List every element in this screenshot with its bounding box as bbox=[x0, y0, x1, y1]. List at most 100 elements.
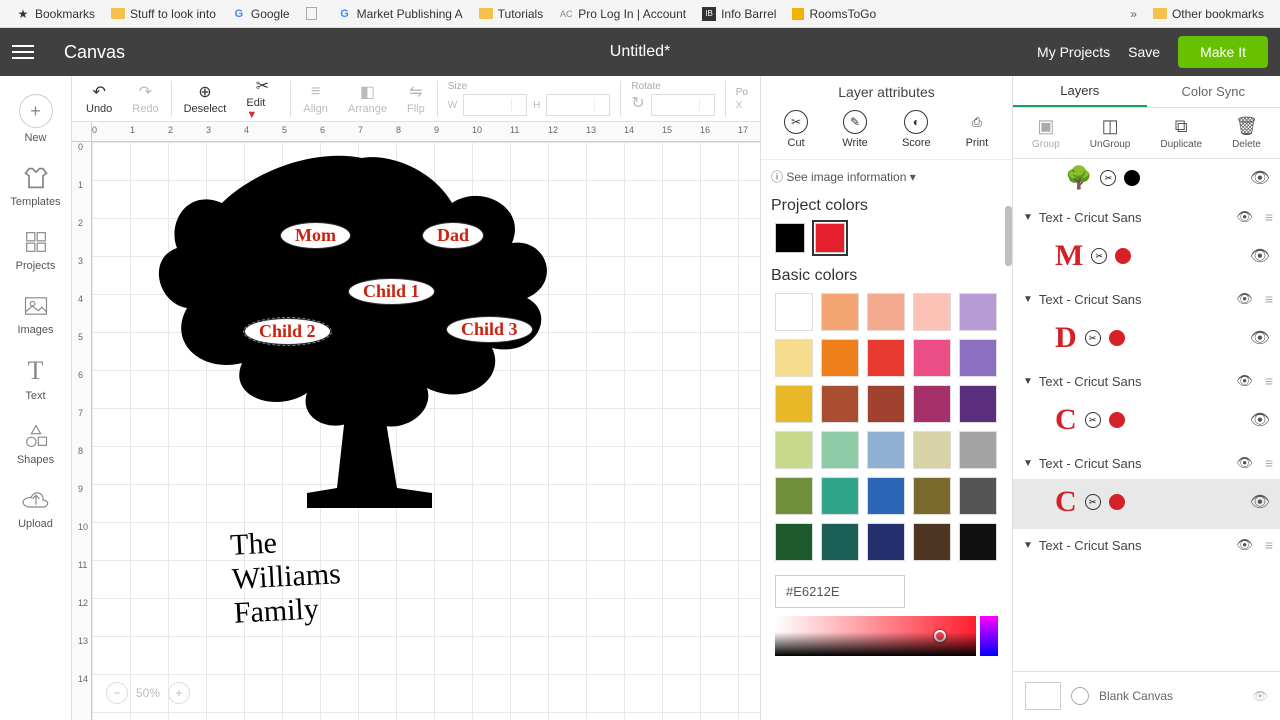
visibility-icon[interactable]: 👁 bbox=[1250, 410, 1270, 430]
menu-icon[interactable] bbox=[12, 36, 44, 68]
my-projects-link[interactable]: My Projects bbox=[1037, 44, 1110, 60]
visibility-icon[interactable]: 👁 bbox=[1250, 246, 1270, 266]
linetype-print[interactable]: ⎙Print bbox=[965, 110, 989, 149]
bookmark-item[interactable]: GGoogle bbox=[224, 4, 298, 24]
drag-handle-icon[interactable]: ≡ bbox=[1265, 209, 1270, 225]
color-swatch[interactable] bbox=[821, 477, 859, 515]
upload-tool[interactable]: Upload bbox=[0, 476, 71, 540]
color-swatch[interactable] bbox=[913, 339, 951, 377]
linetype-cut[interactable]: ✂Cut bbox=[784, 110, 808, 149]
color-swatch[interactable] bbox=[867, 477, 905, 515]
visibility-icon[interactable]: 👁 bbox=[1250, 328, 1270, 348]
make-it-button[interactable]: Make It bbox=[1178, 36, 1268, 68]
color-swatch[interactable] bbox=[821, 385, 859, 423]
visibility-icon[interactable]: 👁 bbox=[1250, 168, 1270, 188]
duplicate-button[interactable]: ⧉Duplicate bbox=[1160, 116, 1202, 150]
color-swatch[interactable] bbox=[959, 523, 997, 561]
name-child2[interactable]: Child 2 bbox=[244, 318, 331, 345]
blank-canvas-row[interactable]: Blank Canvas 👁 bbox=[1013, 671, 1280, 720]
zoom-in-button[interactable]: + bbox=[168, 682, 190, 704]
bookmark-item[interactable]: Tutorials bbox=[471, 4, 552, 24]
templates-tool[interactable]: Templates bbox=[0, 154, 71, 218]
drag-handle-icon[interactable]: ≡ bbox=[1265, 537, 1270, 553]
layer-row[interactable]: M✂👁 bbox=[1013, 233, 1280, 283]
bookmark-item[interactable]: ACPro Log In | Account bbox=[551, 4, 694, 24]
color-swatch[interactable] bbox=[913, 385, 951, 423]
tab-color-sync[interactable]: Color Sync bbox=[1147, 76, 1280, 107]
color-swatch[interactable] bbox=[775, 385, 813, 423]
gradient-handle[interactable] bbox=[934, 630, 946, 642]
visibility-icon[interactable]: 👁 bbox=[1236, 209, 1253, 225]
group-button[interactable]: ▣Group bbox=[1032, 116, 1060, 150]
drag-handle-icon[interactable]: ≡ bbox=[1265, 291, 1270, 307]
bookmark-item[interactable]: Stuff to look into bbox=[103, 4, 224, 24]
hue-slider[interactable] bbox=[980, 616, 998, 656]
color-swatch[interactable] bbox=[913, 523, 951, 561]
other-bookmarks[interactable]: Other bookmarks bbox=[1145, 4, 1272, 24]
color-swatch[interactable] bbox=[815, 223, 845, 253]
new-tool[interactable]: +New bbox=[0, 84, 71, 154]
redo-button[interactable]: ↷Redo bbox=[122, 79, 168, 119]
undo-button[interactable]: ↶Undo bbox=[76, 79, 122, 119]
drag-handle-icon[interactable]: ≡ bbox=[1265, 373, 1270, 389]
family-title-text[interactable]: The Williams Family bbox=[229, 523, 343, 631]
save-button[interactable]: Save bbox=[1128, 44, 1160, 60]
projects-tool[interactable]: Projects bbox=[0, 218, 71, 282]
visibility-icon[interactable]: 👁 bbox=[1250, 492, 1270, 512]
zoom-out-button[interactable]: − bbox=[106, 682, 128, 704]
tab-layers[interactable]: Layers bbox=[1013, 76, 1147, 107]
color-gradient[interactable] bbox=[775, 616, 998, 656]
layer-row[interactable]: D✂👁 bbox=[1013, 315, 1280, 365]
layer-header[interactable]: ▼Text - Cricut Sans👁≡ bbox=[1013, 365, 1280, 397]
color-swatch[interactable] bbox=[867, 523, 905, 561]
color-swatch[interactable] bbox=[867, 293, 905, 331]
color-swatch[interactable] bbox=[913, 431, 951, 469]
flip-button[interactable]: ⇋Flip bbox=[397, 79, 435, 119]
width-input[interactable] bbox=[463, 94, 527, 116]
color-swatch[interactable] bbox=[867, 339, 905, 377]
rotate-icon[interactable]: ↻ bbox=[631, 94, 644, 112]
rotate-input[interactable] bbox=[651, 94, 715, 116]
document-title[interactable]: Untitled* bbox=[610, 43, 670, 61]
color-swatch[interactable] bbox=[959, 477, 997, 515]
layer-header[interactable]: ▼Text - Cricut Sans👁≡ bbox=[1013, 201, 1280, 233]
linetype-score[interactable]: ◐Score bbox=[902, 110, 931, 149]
layer-header[interactable]: ▼Text - Cricut Sans👁≡ bbox=[1013, 283, 1280, 315]
bookmark-item[interactable]: ★Bookmarks bbox=[8, 4, 103, 24]
color-swatch[interactable] bbox=[959, 293, 997, 331]
layer-row[interactable]: C✂👁 bbox=[1013, 397, 1280, 447]
color-swatch[interactable] bbox=[775, 293, 813, 331]
color-swatch[interactable] bbox=[959, 385, 997, 423]
visibility-icon[interactable]: 👁 bbox=[1236, 373, 1253, 389]
tree-image[interactable] bbox=[132, 148, 592, 538]
color-swatch[interactable] bbox=[821, 293, 859, 331]
color-swatch[interactable] bbox=[821, 523, 859, 561]
scrollbar-thumb[interactable] bbox=[1005, 206, 1012, 266]
hex-input[interactable]: #E6212E bbox=[775, 575, 905, 608]
height-input[interactable] bbox=[546, 94, 610, 116]
visibility-icon[interactable]: 👁 bbox=[1236, 291, 1253, 307]
layer-header[interactable]: ▼Text - Cricut Sans👁≡ bbox=[1013, 529, 1280, 561]
images-tool[interactable]: Images bbox=[0, 282, 71, 346]
shapes-tool[interactable]: Shapes bbox=[0, 412, 71, 476]
color-swatch[interactable] bbox=[775, 477, 813, 515]
edit-button[interactable]: ✂Edit ▼ bbox=[236, 73, 288, 125]
delete-button[interactable]: 🗑Delete bbox=[1232, 116, 1261, 150]
bookmark-item[interactable] bbox=[298, 4, 330, 23]
layer-row[interactable]: 🌳 ✂ 👁 bbox=[1013, 159, 1280, 201]
color-swatch[interactable] bbox=[821, 339, 859, 377]
bookmark-item[interactable]: RoomsToGo bbox=[784, 4, 884, 24]
name-child3[interactable]: Child 3 bbox=[446, 316, 533, 343]
ungroup-button[interactable]: ◫UnGroup bbox=[1090, 116, 1131, 150]
color-swatch[interactable] bbox=[821, 431, 859, 469]
arrange-button[interactable]: ◧Arrange bbox=[338, 79, 397, 119]
color-swatch[interactable] bbox=[867, 385, 905, 423]
color-swatch[interactable] bbox=[775, 339, 813, 377]
name-child1[interactable]: Child 1 bbox=[348, 278, 435, 305]
visibility-off-icon[interactable]: 👁 bbox=[1253, 689, 1268, 703]
text-tool[interactable]: TText bbox=[0, 346, 71, 412]
bookmark-item[interactable]: IBInfo Barrel bbox=[694, 4, 784, 24]
layer-header[interactable]: ▼Text - Cricut Sans👁≡ bbox=[1013, 447, 1280, 479]
visibility-icon[interactable]: 👁 bbox=[1236, 455, 1253, 471]
color-swatch[interactable] bbox=[775, 523, 813, 561]
